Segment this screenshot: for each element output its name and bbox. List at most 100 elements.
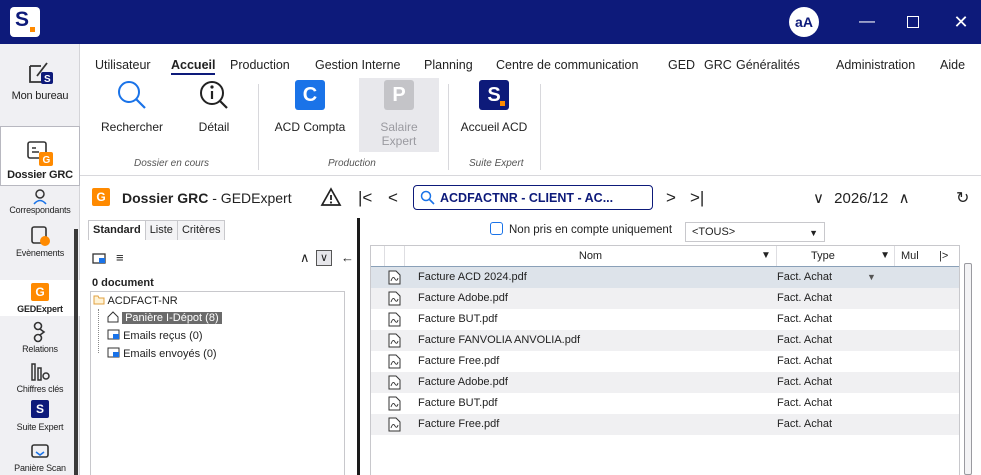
grid-scrollbar-thumb[interactable] xyxy=(964,263,972,475)
tree-root[interactable]: ACDFACT-NR xyxy=(93,292,178,310)
cell-type: Fact. Achat xyxy=(777,418,833,430)
folder-icon[interactable] xyxy=(92,252,106,264)
filter-row: Non pris en compte uniquement <TOUS> ▼ xyxy=(490,222,825,242)
left-rail: S Mon bureau G Dossier GRC Correspondant… xyxy=(0,44,80,475)
chevron-down-icon[interactable]: ∨ xyxy=(316,250,332,266)
next-record-icon[interactable]: > xyxy=(666,188,676,208)
desk-icon: S xyxy=(25,58,55,88)
cell-nom: Facture Adobe.pdf xyxy=(418,376,508,388)
tab-criteres[interactable]: Critères xyxy=(176,220,226,240)
document-count: 0 document xyxy=(92,277,154,289)
tab-liste[interactable]: Liste xyxy=(144,220,178,240)
table-row[interactable]: Facture ACD 2024.pdf Fact. Achat ▼ xyxy=(371,266,959,289)
filter-funnel-icon[interactable]: ▼ xyxy=(880,246,890,266)
first-record-icon[interactable]: |< xyxy=(358,188,372,208)
table-row[interactable]: Facture Adobe.pdf Fact. Achat xyxy=(371,372,959,393)
cell-type: Fact. Achat xyxy=(777,313,833,325)
tree-node-emails-envoyes[interactable]: Emails envoyés (0) xyxy=(107,345,217,363)
cell-type: Fact. Achat xyxy=(777,271,833,283)
rail-scrollbar[interactable] xyxy=(74,229,78,475)
user-avatar[interactable]: aA xyxy=(789,7,819,37)
table-row[interactable]: Facture BUT.pdf Fact. Achat xyxy=(371,309,959,330)
chevron-up-icon[interactable]: ∧ xyxy=(300,250,310,266)
scan-icon xyxy=(28,439,52,463)
tree-node-emails-recus[interactable]: Emails reçus (0) xyxy=(107,327,203,345)
ged-icon: G xyxy=(31,283,49,301)
dossier-title: Dossier GRC - GEDExpert xyxy=(122,190,292,206)
table-row[interactable]: Facture Free.pdf Fact. Achat xyxy=(371,414,959,435)
non-pris-checkbox[interactable]: Non pris en compte uniquement xyxy=(490,222,672,236)
tab-planning[interactable]: Planning xyxy=(424,58,473,72)
filter-funnel-icon[interactable]: ▼ xyxy=(761,246,771,266)
rail-relations[interactable]: Relations xyxy=(0,320,80,354)
salaire-expert-button[interactable]: P Salaire Expert xyxy=(359,78,439,152)
tab-production[interactable]: Production xyxy=(230,58,290,72)
column-nom[interactable]: Nom xyxy=(405,246,777,266)
type-select[interactable]: <TOUS> ▼ xyxy=(685,222,825,242)
previous-record-icon[interactable]: < xyxy=(388,188,398,208)
filter-icon[interactable]: ≡ xyxy=(116,250,124,265)
cell-type: Fact. Achat xyxy=(777,397,833,409)
rail-suite-expert[interactable]: S Suite Expert xyxy=(0,400,80,432)
rechercher-button[interactable]: Rechercher xyxy=(100,78,164,134)
outbox-icon xyxy=(107,347,120,358)
folder-tree: ACDFACT-NR Panière I-Dépot (8) Emails re… xyxy=(90,291,345,475)
tab-ged[interactable]: GED xyxy=(668,58,695,72)
search-icon xyxy=(115,78,149,112)
tab-generalites[interactable]: Généralités xyxy=(736,58,800,72)
tree-node-paniere[interactable]: Panière I-Dépot (8) xyxy=(107,309,222,327)
tab-utilisateur[interactable]: Utilisateur xyxy=(95,58,151,72)
minimize-button[interactable]: — xyxy=(851,8,883,36)
dossier-search-box[interactable]: ACDFACTNR - CLIENT - AC... xyxy=(413,185,653,210)
cell-nom: Facture ACD 2024.pdf xyxy=(418,271,527,283)
table-row[interactable]: Facture Free.pdf Fact. Achat xyxy=(371,351,959,372)
rail-paniere-scan[interactable]: Panière Scan xyxy=(0,439,80,473)
rail-mon-bureau[interactable]: S Mon bureau xyxy=(0,58,80,102)
dossier-icon: G xyxy=(25,139,55,169)
tab-administration[interactable]: Administration xyxy=(836,58,915,72)
tab-centre-communication[interactable]: Centre de communication xyxy=(496,58,638,72)
search-icon xyxy=(420,190,435,205)
close-button[interactable]: ✕ xyxy=(945,8,977,36)
maximize-icon xyxy=(907,15,919,28)
pdf-file-icon xyxy=(385,414,405,435)
pdf-file-icon xyxy=(385,393,405,414)
chart-icon xyxy=(28,360,52,384)
column-mul[interactable]: Mul |> xyxy=(895,246,959,266)
tab-accueil[interactable]: Accueil xyxy=(171,58,216,75)
collapse-left-icon[interactable]: ← xyxy=(341,250,354,265)
rail-chiffres-cles[interactable]: Chiffres clés xyxy=(0,360,80,394)
table-row[interactable]: Facture Adobe.pdf Fact. Achat xyxy=(371,288,959,309)
rail-evenements[interactable]: Evènements xyxy=(0,224,80,258)
rail-dossier-grc[interactable]: G Dossier GRC xyxy=(0,126,80,186)
chevron-up-icon[interactable]: ∧ xyxy=(899,190,910,207)
dropdown-arrow-icon[interactable]: ▼ xyxy=(867,267,881,288)
tab-aide[interactable]: Aide xyxy=(940,58,965,72)
accueil-acd-icon: S xyxy=(479,80,509,110)
svg-text:G: G xyxy=(43,155,51,166)
column-type[interactable]: ▼ Type ▼ xyxy=(761,246,895,266)
group-production: Production xyxy=(328,158,376,169)
maximize-button[interactable] xyxy=(897,8,929,36)
refresh-icon[interactable]: ↻ xyxy=(956,188,969,208)
suite-icon: S xyxy=(31,400,49,418)
last-record-icon[interactable]: >| xyxy=(690,188,704,208)
rail-gedexpert[interactable]: G GEDExpert xyxy=(0,280,80,316)
table-row[interactable]: Facture FANVOLIA ANVOLIA.pdf Fact. Achat xyxy=(371,330,959,351)
cell-nom: Facture BUT.pdf xyxy=(418,313,498,325)
dropdown-arrow-icon: ▼ xyxy=(809,228,818,238)
detail-button[interactable]: Détail xyxy=(188,78,240,134)
chevron-down-icon[interactable]: ∨ xyxy=(813,190,824,207)
chevron-right-icon[interactable]: |> xyxy=(939,246,948,266)
home-icon xyxy=(107,311,119,323)
accueil-acd-button[interactable]: S Accueil ACD xyxy=(456,78,532,134)
tab-gestion-interne[interactable]: Gestion Interne xyxy=(315,58,400,72)
rail-correspondants[interactable]: Correspondants xyxy=(0,189,80,215)
period-selector[interactable]: ∨ 2026/12 ∧ xyxy=(813,189,910,207)
tab-grc[interactable]: GRC xyxy=(704,58,732,72)
table-row[interactable]: Facture BUT.pdf Fact. Achat xyxy=(371,393,959,414)
pdf-file-icon xyxy=(385,330,405,351)
warning-icon[interactable] xyxy=(320,187,342,210)
acd-compta-button[interactable]: C ACD Compta xyxy=(270,78,350,134)
tab-standard[interactable]: Standard xyxy=(88,220,146,240)
